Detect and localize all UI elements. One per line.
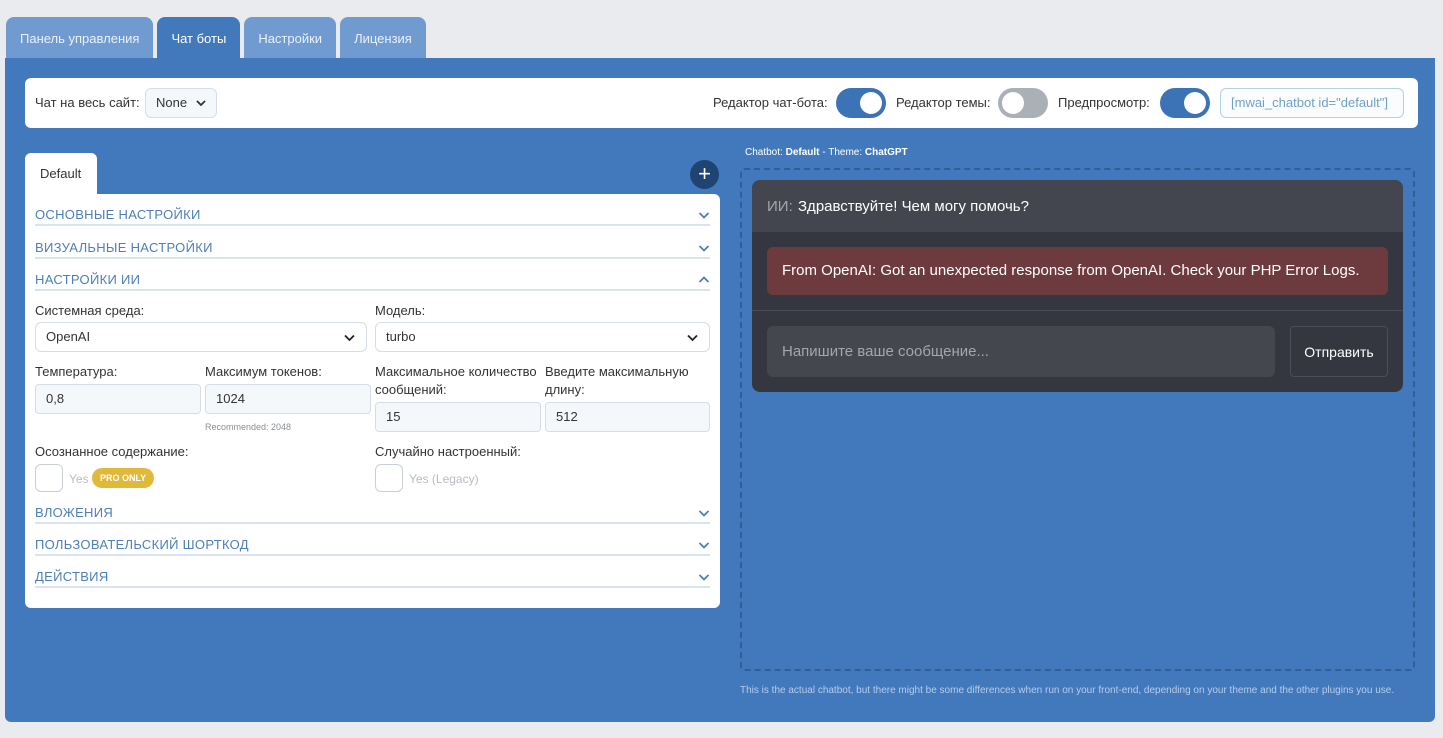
- toggle-knob: [1184, 92, 1206, 114]
- add-chatbot-button[interactable]: +: [690, 160, 719, 189]
- finetuned-yes: Yes (Legacy): [409, 472, 479, 486]
- max-tokens-input[interactable]: 1024: [205, 384, 371, 414]
- caption-prefix: Chatbot:: [745, 147, 786, 158]
- error-message: From OpenAI: Got an unexpected response …: [767, 247, 1388, 295]
- model-label: Модель:: [375, 303, 426, 318]
- chevron-down-icon: [196, 100, 206, 107]
- max-length-label-line2: длину:: [545, 382, 585, 397]
- chatbots-panel: Чат на весь сайт: None Редактор чат-бота…: [5, 58, 1435, 722]
- section-visual-settings[interactable]: ВИЗУАЛЬНЫЕ НАСТРОЙКИ: [35, 237, 710, 259]
- tab-dashboard[interactable]: Панель управления: [6, 17, 154, 58]
- chevron-down-icon: [698, 574, 710, 581]
- section-title: ДЕЙСТВИЯ: [35, 569, 109, 584]
- top-settings-bar: Чат на весь сайт: None Редактор чат-бота…: [25, 78, 1418, 128]
- tab-settings[interactable]: Настройки: [244, 17, 337, 58]
- max-tokens-hint: Recommended: 2048: [205, 422, 292, 432]
- send-button[interactable]: Отправить: [1290, 326, 1388, 377]
- content-aware-label: Осознанное содержание:: [35, 444, 189, 459]
- finetuned-label: Случайно настроенный:: [375, 444, 521, 459]
- section-basic-settings[interactable]: ОСНОВНЫЕ НАСТРОЙКИ: [35, 204, 710, 226]
- section-custom-shortcode[interactable]: ПОЛЬЗОВАТЕЛЬСКИЙ ШОРТКОД: [35, 534, 710, 556]
- theme-editor-label: Редактор темы:: [896, 95, 991, 110]
- max-messages-input[interactable]: 15: [375, 402, 541, 432]
- chatbot-preview: ИИ: Здравствуйте! Чем могу помочь? From …: [752, 180, 1403, 392]
- chevron-up-icon: [698, 276, 710, 283]
- chatbot-name: Default: [785, 147, 820, 158]
- chevron-down-icon: [698, 510, 710, 517]
- preview-footnote: This is the actual chatbot, but there mi…: [740, 685, 1395, 696]
- preview-caption: Chatbot: Default - Theme: ChatGPT: [745, 147, 908, 158]
- chat-divider: [752, 310, 1403, 311]
- chatbot-settings-card: ОСНОВНЫЕ НАСТРОЙКИ ВИЗУАЛЬНЫЕ НАСТРОЙКИ …: [25, 194, 720, 608]
- sitewide-chat-select[interactable]: None: [145, 88, 217, 118]
- preview-label: Предпросмотр:: [1058, 95, 1150, 110]
- section-ai-settings[interactable]: НАСТРОЙКИ ИИ: [35, 269, 710, 291]
- ai-greeting-message: ИИ: Здравствуйте! Чем могу помочь?: [752, 180, 1403, 232]
- chatbot-tab-default[interactable]: Default: [25, 153, 97, 194]
- tab-chatbots[interactable]: Чат боты: [157, 17, 241, 58]
- temperature-input[interactable]: 0,8: [35, 384, 201, 414]
- main-tabs: Панель управления Чат боты Настройки Лиц…: [6, 17, 426, 58]
- temperature-label: Температура:: [35, 364, 118, 379]
- environment-label: Системная среда:: [35, 303, 145, 318]
- chevron-down-icon: [344, 334, 355, 342]
- ai-greeting-text: Здравствуйте! Чем могу помочь?: [798, 198, 1029, 215]
- ai-name-label: ИИ:: [767, 198, 793, 215]
- section-actions[interactable]: ДЕЙСТВИЯ: [35, 566, 710, 588]
- toggle-knob: [860, 92, 882, 114]
- theme-name: ChatGPT: [864, 147, 908, 158]
- chevron-down-icon: [687, 334, 698, 342]
- max-messages-label-line1: Максимальное количество: [375, 364, 537, 379]
- chatbot-editor-toggle[interactable]: [836, 88, 886, 118]
- shortcode-field[interactable]: [mwai_chatbot id="default"]: [1220, 88, 1404, 118]
- model-value: turbo: [386, 329, 416, 344]
- environment-value: OpenAI: [46, 329, 91, 344]
- finetuned-checkbox[interactable]: [375, 464, 403, 492]
- section-title: ВЛОЖЕНИЯ: [35, 505, 114, 520]
- tab-license[interactable]: Лицензия: [340, 17, 426, 58]
- content-aware-yes: Yes: [69, 472, 89, 486]
- environment-select[interactable]: OpenAI: [35, 322, 367, 352]
- sitewide-chat-value: None: [156, 95, 188, 110]
- chevron-down-icon: [698, 245, 710, 252]
- preview-toggle[interactable]: [1160, 88, 1210, 118]
- chat-message-input[interactable]: Напишите ваше сообщение...: [767, 326, 1275, 377]
- sitewide-chat-label: Чат на весь сайт:: [35, 95, 140, 110]
- max-messages-label-line2: сообщений:: [375, 382, 447, 397]
- max-length-label-line1: Введите максимальную: [545, 364, 689, 379]
- content-aware-checkbox[interactable]: [35, 464, 63, 492]
- pro-only-badge: PRO ONLY: [92, 468, 155, 488]
- section-title: ОСНОВНЫЕ НАСТРОЙКИ: [35, 207, 201, 222]
- caption-mid: - Theme:: [819, 147, 865, 158]
- section-title: ПОЛЬЗОВАТЕЛЬСКИЙ ШОРТКОД: [35, 537, 249, 552]
- theme-editor-toggle[interactable]: [998, 88, 1048, 118]
- model-select[interactable]: turbo: [375, 322, 710, 352]
- chevron-down-icon: [698, 542, 710, 549]
- section-title: ВИЗУАЛЬНЫЕ НАСТРОЙКИ: [35, 240, 213, 255]
- chatbot-editor-label: Редактор чат-бота:: [713, 95, 828, 110]
- section-attachments[interactable]: ВЛОЖЕНИЯ: [35, 502, 710, 524]
- plus-icon: +: [698, 161, 711, 186]
- max-length-input[interactable]: 512: [545, 402, 710, 432]
- max-tokens-label: Максимум токенов:: [205, 364, 322, 379]
- toggle-knob: [1002, 92, 1024, 114]
- section-title: НАСТРОЙКИ ИИ: [35, 272, 141, 287]
- chevron-down-icon: [698, 212, 710, 219]
